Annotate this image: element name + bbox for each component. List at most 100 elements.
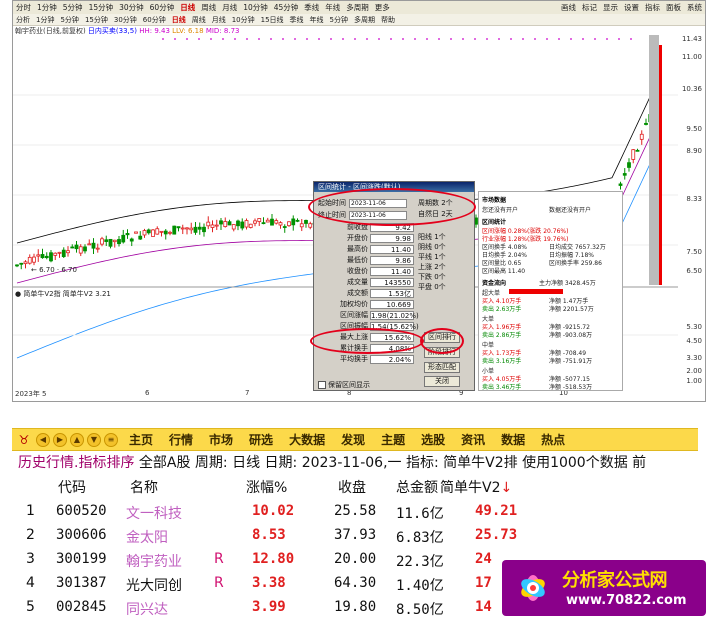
bar-count: 阴线 0个 bbox=[418, 243, 446, 251]
period-tab[interactable]: 多周期 bbox=[351, 15, 378, 25]
col-pct[interactable]: 涨幅% bbox=[246, 477, 287, 497]
top-menu-right-item[interactable]: 指标 bbox=[642, 2, 663, 13]
price-tick: 1.00 bbox=[686, 377, 702, 385]
top-menu-item[interactable]: 30分钟 bbox=[116, 2, 147, 13]
period-tab[interactable]: 季线 bbox=[287, 15, 307, 25]
top-menu-item[interactable]: 10分钟 bbox=[240, 2, 271, 13]
row-amount: 6.83亿 bbox=[396, 530, 444, 546]
back-icon[interactable]: ◀ bbox=[36, 432, 50, 447]
candle-body bbox=[159, 230, 164, 233]
nav-item[interactable]: 资讯 bbox=[453, 431, 493, 448]
top-menu-item[interactable]: 5分钟 bbox=[60, 2, 86, 13]
col-indicator[interactable]: 简单牛V2↓ bbox=[440, 477, 512, 497]
period-tab[interactable]: 帮助 bbox=[378, 15, 398, 25]
down-icon[interactable]: ▼ bbox=[87, 432, 101, 447]
top-menu-right-item[interactable]: 显示 bbox=[600, 2, 621, 13]
forward-icon[interactable]: ▶ bbox=[53, 432, 67, 447]
top-menu-item[interactable]: 分时 bbox=[13, 2, 34, 13]
up-icon[interactable]: ▲ bbox=[70, 432, 84, 447]
panel-line: 卖出 2.63万手 bbox=[482, 306, 522, 313]
top-menu-item[interactable]: 15分钟 bbox=[86, 2, 117, 13]
signal-dot bbox=[330, 38, 332, 40]
highlight-ring-button bbox=[420, 328, 464, 354]
top-menu-right-item[interactable]: 标记 bbox=[579, 2, 600, 13]
candle-body bbox=[32, 256, 36, 263]
table-row[interactable]: 1 600520 文一科技 10.02 25.58 11.6亿 49.21 bbox=[0, 503, 716, 527]
candle-body bbox=[639, 133, 644, 140]
col-close[interactable]: 收盘 bbox=[338, 477, 366, 497]
top-menu-item[interactable]: 多周期 bbox=[343, 2, 372, 13]
menu-icon[interactable]: ≡ bbox=[104, 432, 118, 447]
panel-line: 卖出 3.46万手 bbox=[482, 384, 522, 391]
low-price-label: ← 6.70 · 6.70 bbox=[31, 266, 77, 274]
nav-item[interactable]: 市场 bbox=[201, 431, 241, 448]
top-menu-item[interactable]: 更多 bbox=[372, 2, 393, 13]
candle-body bbox=[202, 226, 206, 233]
period-tab[interactable]: 5分钟 bbox=[57, 15, 81, 25]
stat-label: 区间涨幅 bbox=[340, 311, 368, 319]
keep-interval-checkbox[interactable] bbox=[318, 381, 326, 389]
period-tab[interactable]: 月线 bbox=[209, 15, 229, 25]
top-menu-item[interactable]: 60分钟 bbox=[147, 2, 178, 13]
period-tab[interactable]: 15分钟 bbox=[82, 15, 111, 25]
signal-dot bbox=[558, 38, 560, 40]
top-menu-item[interactable]: 月线 bbox=[219, 2, 240, 13]
stat-value: 10.669 bbox=[370, 299, 414, 309]
period-tab[interactable]: 日线 bbox=[169, 15, 189, 25]
nav-item[interactable]: 研选 bbox=[241, 431, 281, 448]
candle-body bbox=[214, 224, 219, 227]
nav-items: 主页 行情 市场 研选 大数据 发现 主题 选股 资讯 数据 热点 bbox=[121, 431, 573, 448]
nav-item[interactable]: 发现 bbox=[333, 431, 373, 448]
top-menu-item[interactable]: 年线 bbox=[322, 2, 343, 13]
row-close: 64.30 bbox=[334, 575, 377, 591]
row-name: 同兴达 bbox=[126, 602, 168, 618]
nav-item[interactable]: 数据 bbox=[493, 431, 533, 448]
period-tab[interactable]: 60分钟 bbox=[140, 15, 169, 25]
close-button[interactable]: 关闭 bbox=[424, 376, 460, 387]
candle-body bbox=[299, 223, 304, 228]
candle-body bbox=[622, 173, 627, 176]
nav-item[interactable]: 选股 bbox=[413, 431, 453, 448]
candle-body bbox=[206, 221, 211, 227]
row-indicator: 49.21 bbox=[475, 503, 518, 519]
signal-dot bbox=[270, 38, 272, 40]
candle-body bbox=[36, 254, 41, 257]
candle-body bbox=[78, 246, 83, 254]
top-menu-item[interactable]: 日线 bbox=[177, 2, 198, 13]
top-menu-right-item[interactable]: 面板 bbox=[663, 2, 684, 13]
indicator-mid: MID: 8.73 bbox=[205, 27, 240, 35]
row-index: 5 bbox=[26, 599, 35, 615]
period-tab[interactable]: 15日线 bbox=[258, 15, 287, 25]
period-tab[interactable]: 1分钟 bbox=[33, 15, 57, 25]
panel-sec-flow: 资金流向 bbox=[482, 280, 507, 287]
pattern-match-button[interactable]: 形态匹配 bbox=[424, 362, 460, 373]
nav-item[interactable]: 主页 bbox=[121, 431, 161, 448]
period-tab[interactable]: 30分钟 bbox=[111, 15, 140, 25]
top-menu-right-item[interactable]: 画线 bbox=[558, 2, 579, 13]
candle-body bbox=[219, 220, 223, 225]
top-menu-right-item[interactable]: 系统 bbox=[684, 2, 705, 13]
nav-item[interactable]: 行情 bbox=[161, 431, 201, 448]
top-menu-item[interactable]: 45分钟 bbox=[271, 2, 302, 13]
period-tab[interactable]: 5分钟 bbox=[327, 15, 351, 25]
nav-item[interactable]: 主题 bbox=[373, 431, 413, 448]
top-menu-item[interactable]: 季线 bbox=[301, 2, 322, 13]
period-tab[interactable]: 分析 bbox=[13, 15, 33, 25]
top-menu-right-item[interactable]: 设置 bbox=[621, 2, 642, 13]
col-code[interactable]: 代码 bbox=[58, 477, 86, 497]
period-tab[interactable]: 周线 bbox=[189, 15, 209, 25]
nav-item[interactable]: 大数据 bbox=[281, 431, 333, 448]
period-tab[interactable]: 年线 bbox=[307, 15, 327, 25]
col-name[interactable]: 名称 bbox=[130, 477, 158, 497]
row-code: 002845 bbox=[56, 599, 107, 615]
signal-dot bbox=[438, 38, 440, 40]
col-amount[interactable]: 总金额 bbox=[396, 477, 438, 497]
candle-body bbox=[176, 226, 181, 229]
header-title: 历史行情.指标排序 bbox=[18, 455, 135, 471]
top-menu-item[interactable]: 周线 bbox=[198, 2, 219, 13]
nav-item[interactable]: 热点 bbox=[533, 431, 573, 448]
table-row[interactable]: 2 300606 金太阳 8.53 37.93 6.83亿 25.73 bbox=[0, 527, 716, 551]
badge-url[interactable]: www.70822.com bbox=[566, 593, 687, 608]
period-tab[interactable]: 10分钟 bbox=[229, 15, 258, 25]
top-menu-item[interactable]: 1分钟 bbox=[34, 2, 60, 13]
